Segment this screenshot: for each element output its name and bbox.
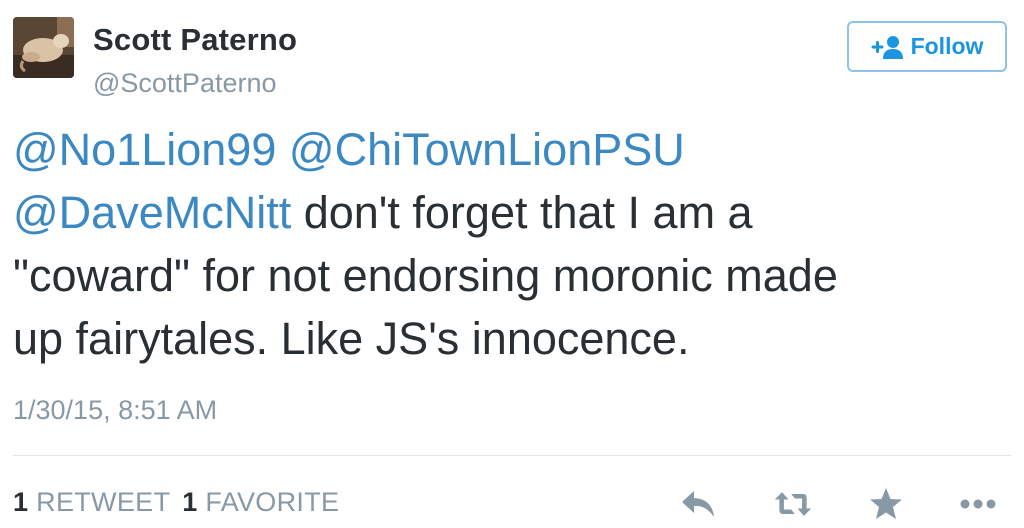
user-display-name[interactable]: Scott Paterno <box>93 22 297 58</box>
tweet-line-1: @No1Lion99 @ChiTownLionPSU <box>13 118 1003 181</box>
mention-link[interactable]: @No1Lion99 <box>13 124 276 175</box>
more-button[interactable] <box>958 484 998 524</box>
tweet-timestamp[interactable]: 1/30/15, 8:51 AM <box>13 395 217 426</box>
tweet-stats: 1 RETWEET 1 FAVORITE <box>13 487 339 518</box>
tweet-line-2: @DaveMcNitt don't forget that I am a <box>13 181 1003 244</box>
favorite-count[interactable]: 1 <box>182 487 197 517</box>
retweet-icon <box>774 492 812 516</box>
retweet-label[interactable]: RETWEET <box>36 487 170 517</box>
more-dots-icon <box>960 499 996 509</box>
mention-link[interactable]: @ChiTownLionPSU <box>289 124 685 175</box>
avatar[interactable] <box>13 17 74 78</box>
follow-button-label: Follow <box>910 33 984 59</box>
favorite-button[interactable] <box>866 484 906 524</box>
follow-button[interactable]: Follow <box>847 21 1007 72</box>
tweet-line-4: up fairytales. Like JS's innocence. <box>13 313 690 364</box>
retweet-count[interactable]: 1 <box>13 487 28 517</box>
tweet-line-3: "coward" for not endorsing moronic made <box>13 250 838 301</box>
divider <box>13 455 1011 456</box>
favorite-label[interactable]: FAVORITE <box>205 487 339 517</box>
reply-button[interactable] <box>678 484 718 524</box>
reply-icon <box>682 491 714 517</box>
add-user-icon <box>871 35 903 59</box>
tweet-body-text: don't forget that I am a <box>291 187 753 238</box>
user-handle[interactable]: @ScottPaterno <box>93 68 277 99</box>
avatar-image <box>13 17 74 78</box>
tweet-text: @No1Lion99 @ChiTownLionPSU @DaveMcNitt d… <box>13 118 1003 370</box>
retweet-button[interactable] <box>773 484 813 524</box>
star-icon <box>870 488 902 519</box>
mention-link[interactable]: @DaveMcNitt <box>13 187 291 238</box>
